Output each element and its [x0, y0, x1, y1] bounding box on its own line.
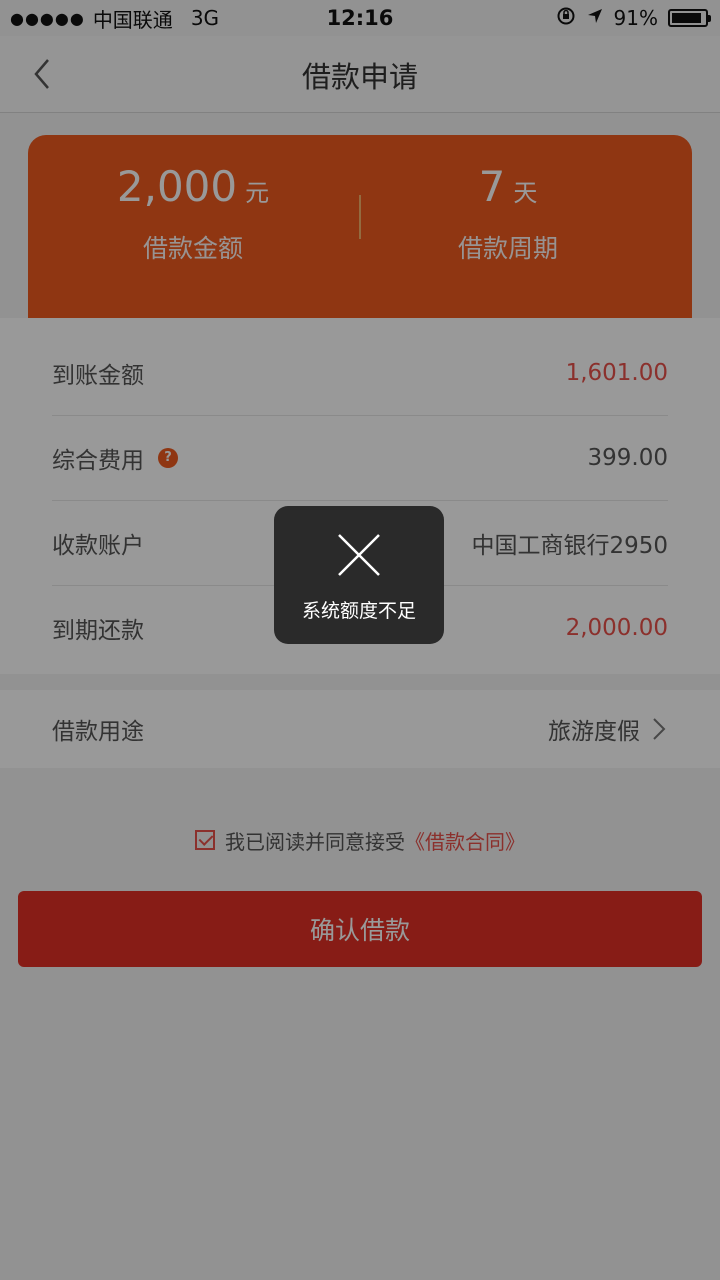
close-icon — [338, 534, 380, 576]
toast-message: 系统额度不足 — [301, 600, 416, 622]
error-toast: 系统额度不足 — [274, 506, 444, 644]
